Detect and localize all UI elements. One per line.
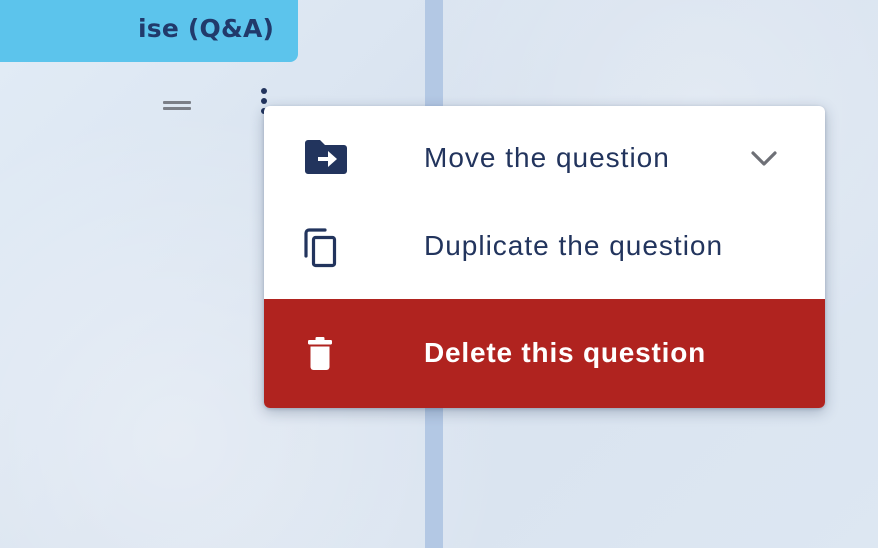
delete-question-label: Delete this question bbox=[424, 337, 707, 368]
move-question-menu-item[interactable]: Move the question bbox=[264, 106, 825, 210]
delete-question-menu-item[interactable]: Delete this question bbox=[264, 299, 825, 408]
section-tab-label: ise (Q&A) bbox=[138, 14, 275, 43]
chevron-down-icon[interactable] bbox=[750, 148, 778, 172]
folder-move-icon bbox=[304, 138, 348, 180]
move-question-label: Move the question bbox=[424, 142, 670, 173]
section-tab[interactable]: ise (Q&A) bbox=[0, 0, 298, 62]
duplicate-question-label: Duplicate the question bbox=[424, 230, 724, 261]
duplicate-question-menu-item[interactable]: Duplicate the question bbox=[264, 210, 825, 299]
copy-icon bbox=[304, 228, 338, 272]
trash-icon bbox=[308, 337, 332, 375]
drag-handle-icon[interactable] bbox=[163, 97, 191, 113]
question-context-menu: Move the question Duplicate the question… bbox=[264, 106, 825, 408]
